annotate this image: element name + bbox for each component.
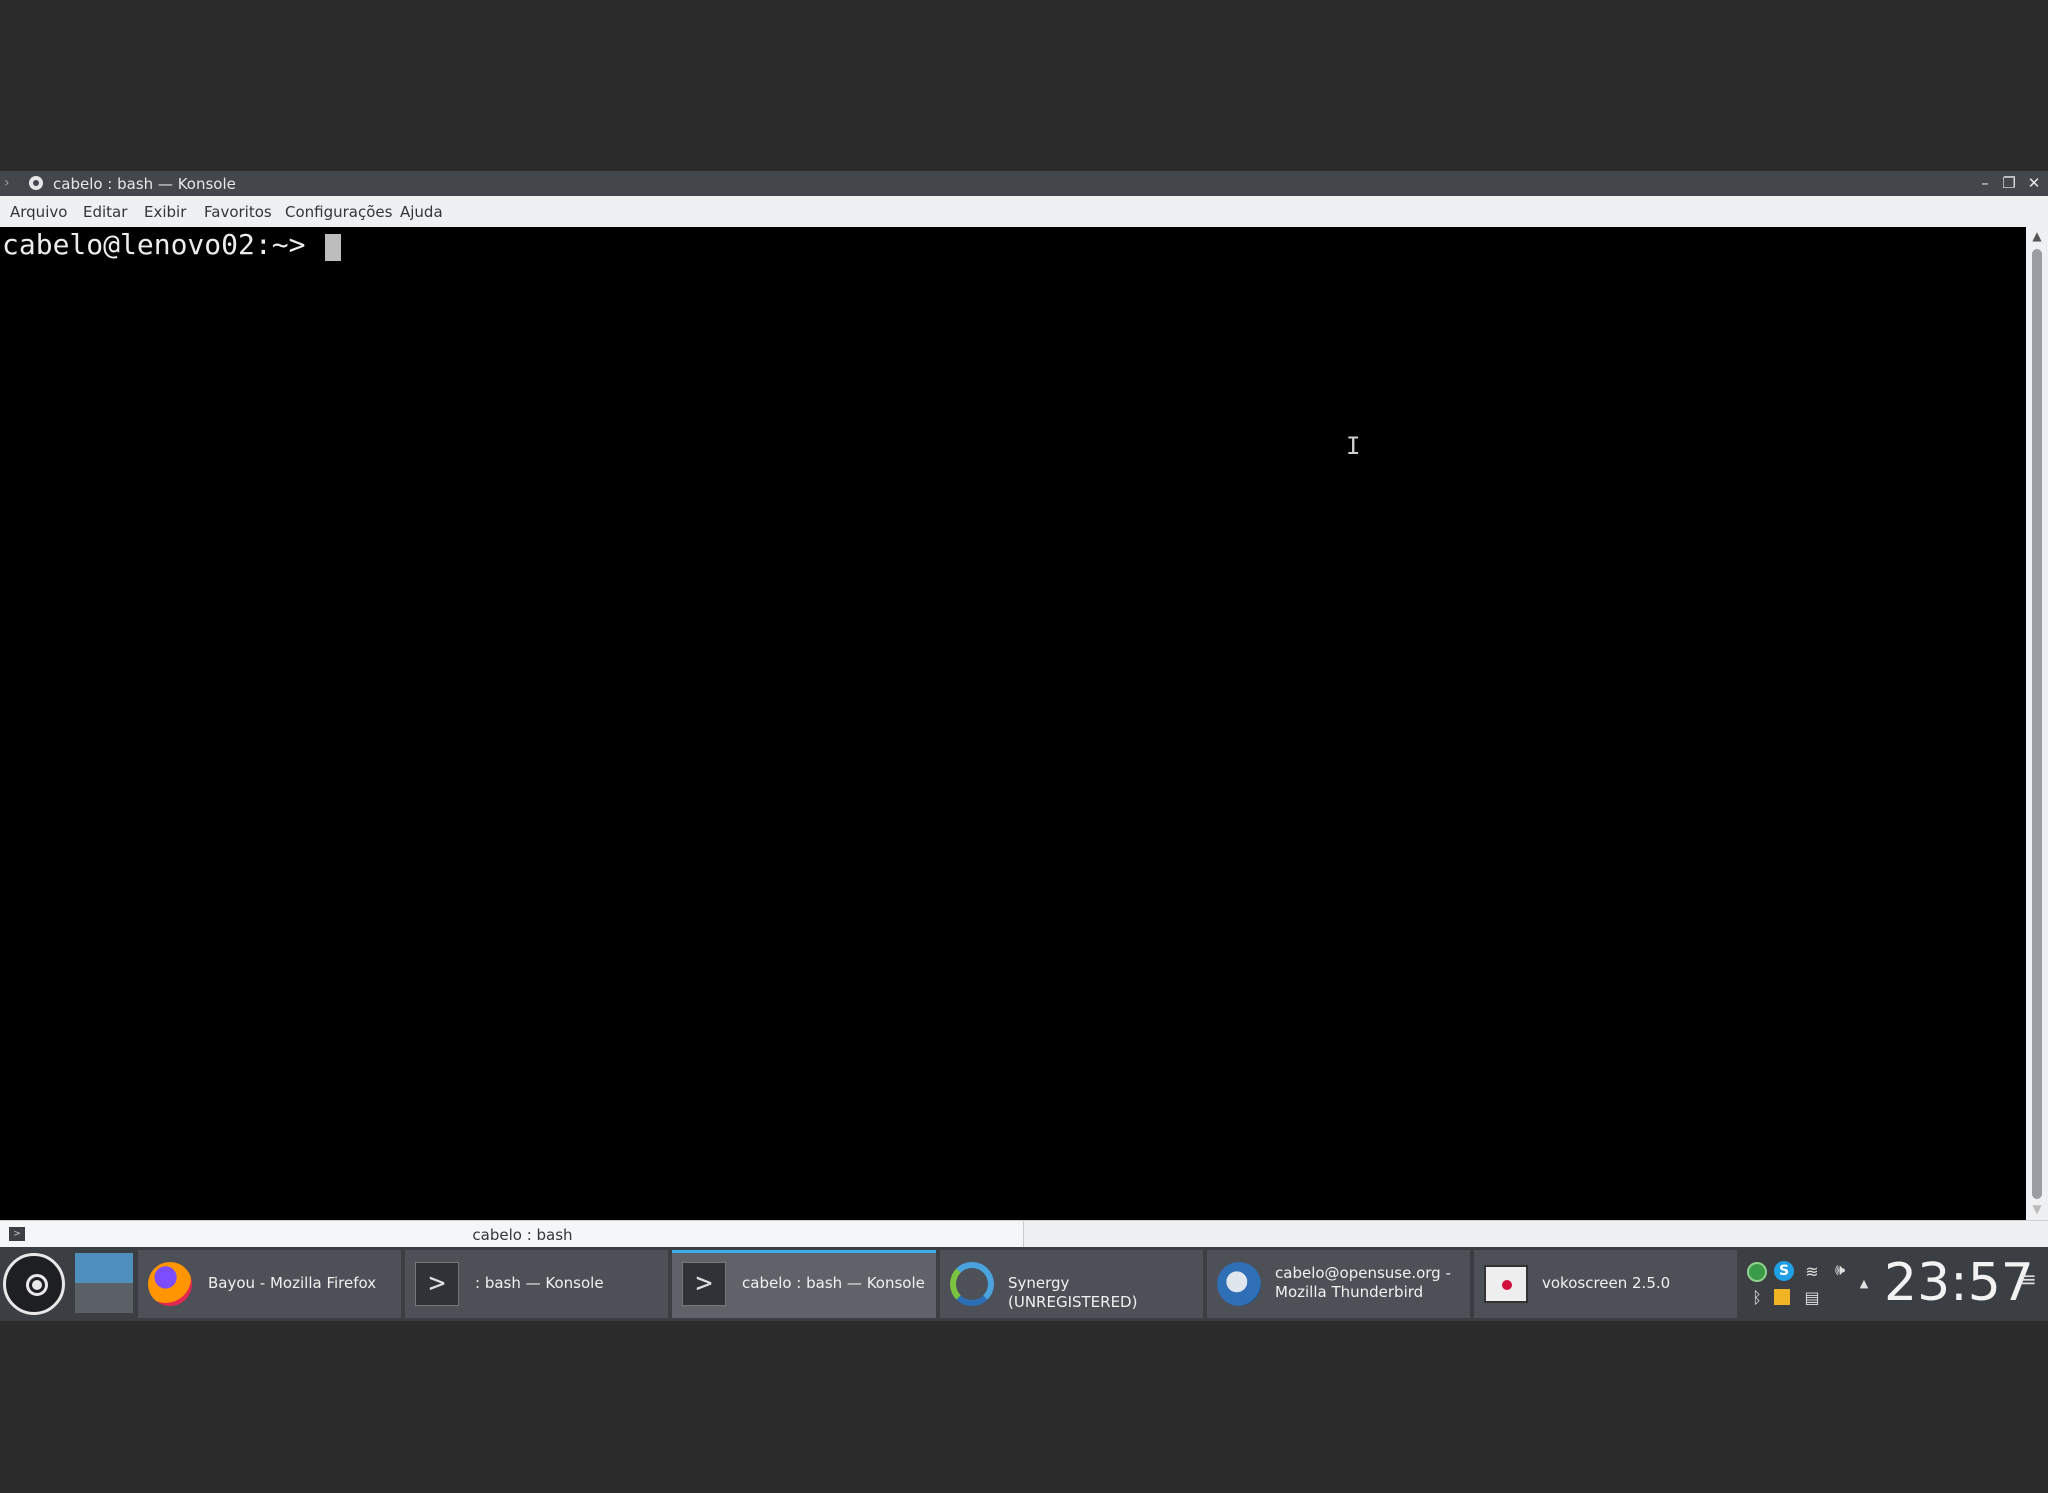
task-bash-konsole[interactable]: > : bash — Konsole (405, 1250, 668, 1318)
skype-icon[interactable]: S (1774, 1261, 1794, 1281)
application-launcher-button[interactable] (0, 1250, 70, 1318)
close-button[interactable]: ✕ (2024, 173, 2044, 193)
konsole-tab-bar: > cabelo : bash (0, 1220, 2048, 1248)
scroll-thumb[interactable] (2032, 249, 2042, 1199)
task-label: Synergy (UNREGISTERED) (1008, 1274, 1138, 1311)
virtual-desktop-pager[interactable] (75, 1253, 133, 1313)
notes-icon[interactable] (1774, 1289, 1790, 1305)
opensuse-logo-icon (3, 1253, 65, 1315)
konsole-app-icon[interactable]: › (4, 175, 18, 191)
update-icon[interactable] (1747, 1262, 1767, 1282)
menu-favoritos[interactable]: Favoritos (204, 202, 272, 222)
clipboard-icon[interactable]: ▤ (1802, 1288, 1822, 1308)
task-vokoscreen[interactable]: vokoscreen 2.5.0 (1474, 1250, 1737, 1318)
shell-prompt: cabelo@lenovo02:~> (2, 228, 323, 261)
volume-icon[interactable]: 🕪 (1830, 1260, 1850, 1280)
digital-clock[interactable]: 23:57 (1884, 1253, 2034, 1313)
task-label-line1: cabelo@opensuse.org - (1275, 1264, 1451, 1282)
system-tray: S ≋ 🕪 ᛒ ▤ ▲ (1744, 1250, 1868, 1318)
task-cabelo-bash-konsole[interactable]: > cabelo : bash — Konsole (672, 1250, 936, 1318)
panel-menu-icon[interactable]: ≡ (2020, 1267, 2037, 1291)
tab-label: cabelo : bash (472, 1226, 573, 1244)
scroll-up-arrow-icon[interactable]: ▲ (2026, 229, 2048, 243)
thunderbird-icon (1217, 1262, 1261, 1306)
pin-icon[interactable] (29, 176, 43, 190)
menu-exibir[interactable]: Exibir (144, 202, 186, 222)
task-label: Bayou - Mozilla Firefox (208, 1274, 377, 1292)
synergy-icon (950, 1262, 994, 1306)
logo-pupil (32, 1280, 42, 1290)
vokoscreen-icon (1484, 1265, 1528, 1303)
vertical-scrollbar[interactable]: ▲ ▼ (2026, 227, 2048, 1220)
menu-arquivo[interactable]: Arquivo (10, 202, 67, 222)
taskbar-panel: Bayou - Mozilla Firefox > : bash — Konso… (0, 1247, 2048, 1321)
terminal-area[interactable]: cabelo@lenovo02:~> I (0, 227, 2026, 1220)
mouse-ibeam-cursor: I (1346, 432, 1361, 460)
task-label: vokoscreen 2.5.0 (1542, 1274, 1671, 1292)
task-thunderbird[interactable]: cabelo@opensuse.org - Mozilla Thunderbir… (1207, 1250, 1470, 1318)
menu-editar[interactable]: Editar (83, 202, 127, 222)
text-cursor (325, 234, 341, 261)
firefox-icon (148, 1262, 192, 1306)
konsole-icon: > (682, 1262, 726, 1306)
pager-desktop-1[interactable] (75, 1253, 133, 1283)
task-label: cabelo : bash — Konsole (742, 1274, 925, 1292)
wifi-icon[interactable]: ≋ (1802, 1262, 1822, 1282)
window-title: cabelo : bash — Konsole (53, 175, 236, 193)
menubar: Arquivo Editar Exibir Favoritos Configur… (0, 196, 2048, 228)
task-synergy[interactable]: Synergy (UNREGISTERED) (940, 1250, 1203, 1318)
scroll-down-arrow-icon[interactable]: ▼ (2026, 1202, 2048, 1216)
menu-ajuda[interactable]: Ajuda (400, 202, 443, 222)
minimize-button[interactable]: – (1975, 173, 1995, 193)
window-titlebar[interactable]: › cabelo : bash — Konsole – ❐ ✕ (0, 171, 2048, 196)
task-firefox[interactable]: Bayou - Mozilla Firefox (138, 1250, 401, 1318)
bluetooth-icon[interactable]: ᛒ (1747, 1288, 1767, 1308)
konsole-icon: > (415, 1262, 459, 1306)
task-label: : bash — Konsole (475, 1274, 604, 1292)
task-label-line2: Mozilla Thunderbird (1275, 1283, 1424, 1301)
maximize-button[interactable]: ❐ (1999, 173, 2019, 193)
expand-arrow-icon[interactable]: ▲ (1854, 1274, 1874, 1294)
menu-configuracoes[interactable]: Configurações (285, 202, 392, 222)
